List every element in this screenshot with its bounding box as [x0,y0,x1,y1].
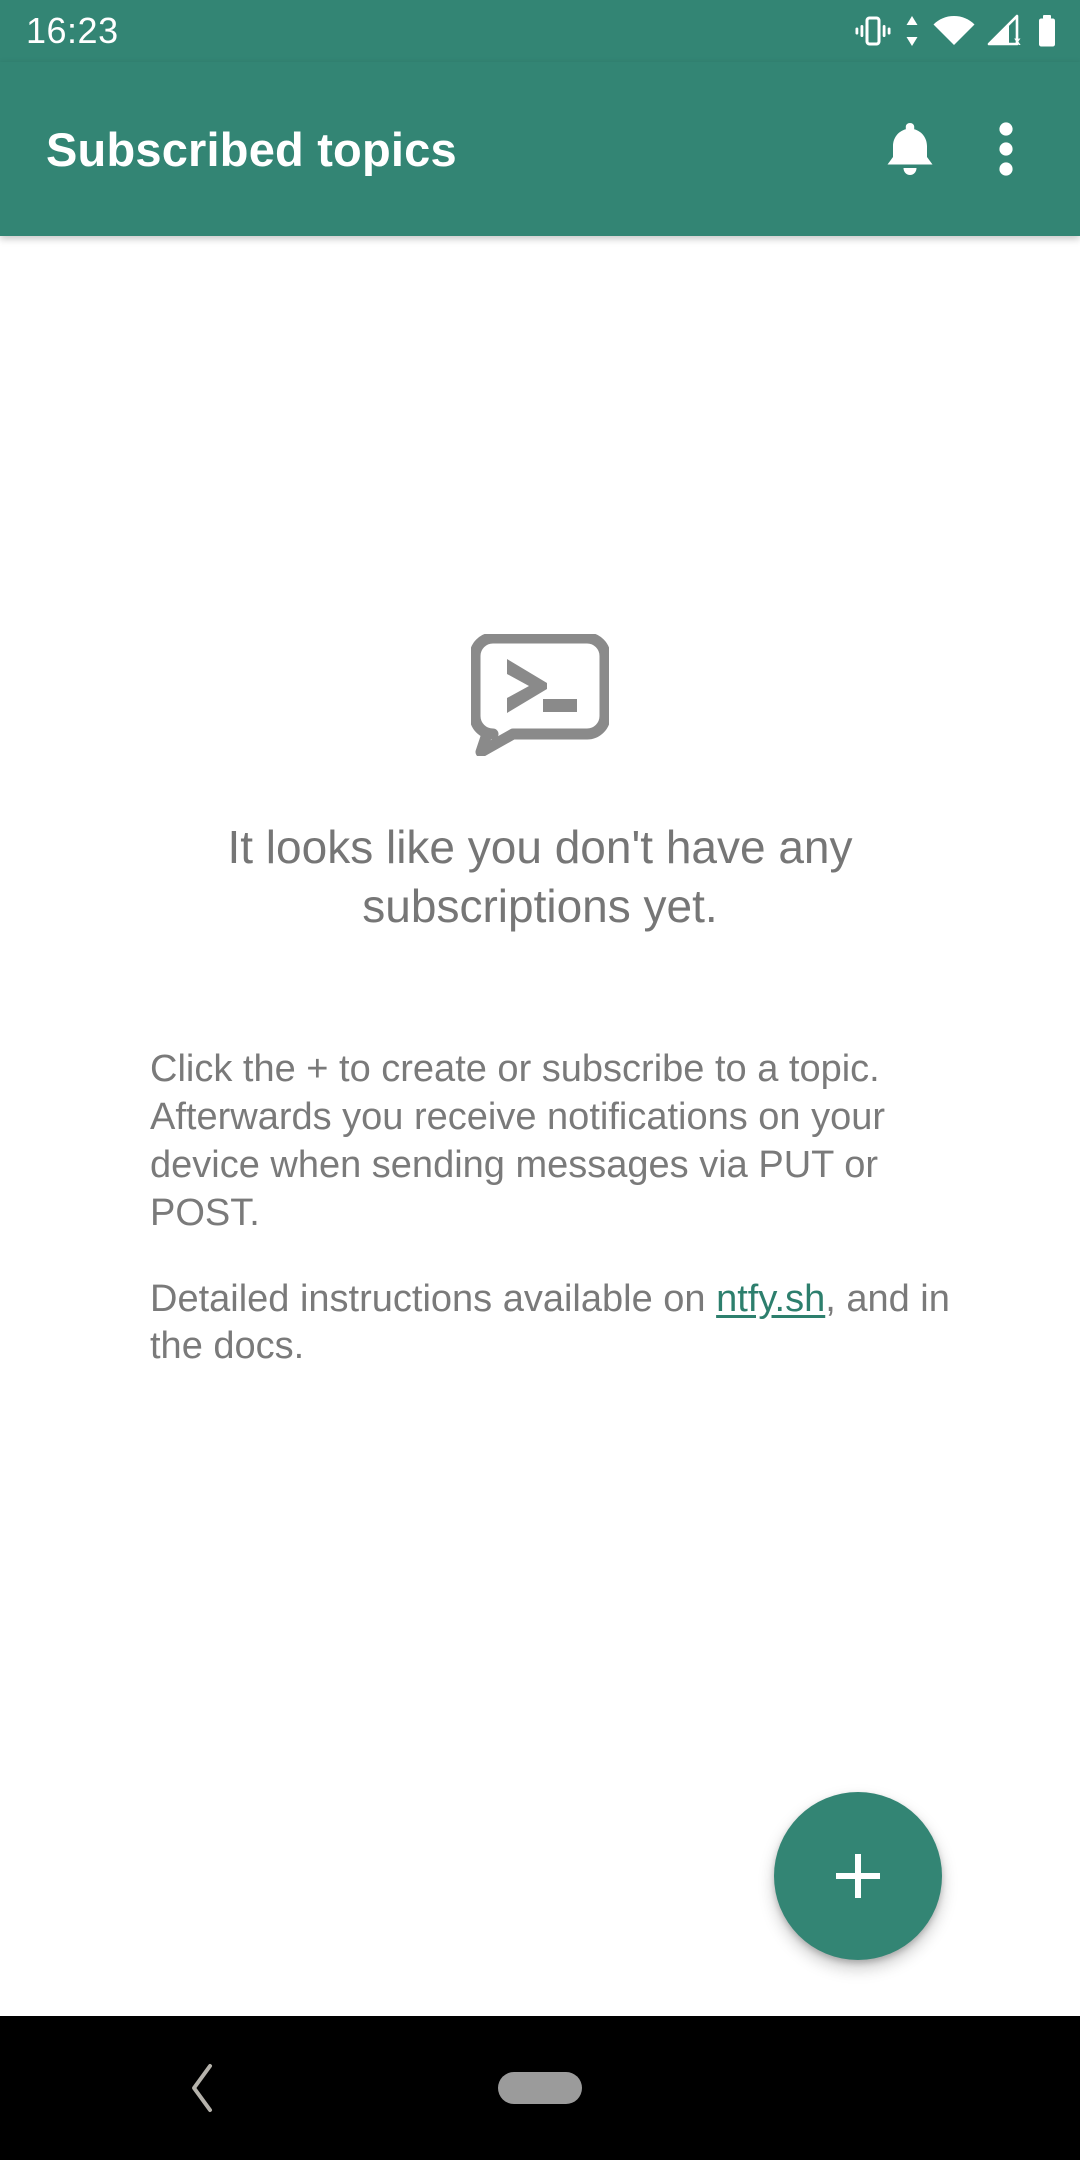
empty-state-illustration [0,634,1080,756]
cellular-signal-off-icon: x [987,14,1021,48]
more-vertical-icon [999,122,1013,176]
status-bar-icons: x [854,14,1058,48]
empty-state-body: Click the + to create or subscribe to a … [150,1046,980,1371]
system-navigation-bar [0,2016,1080,2160]
page-title: Subscribed topics [46,122,457,176]
notification-bell-button[interactable] [862,101,958,197]
nav-home-pill[interactable] [498,2072,582,2104]
bell-icon [887,123,933,175]
battery-full-icon [1039,15,1055,47]
empty-state-heading: It looks like you don't have any subscri… [227,821,853,932]
add-subscription-fab[interactable] [774,1792,942,1960]
terminal-speech-bubble-icon [471,634,609,756]
status-bar: 16:23 x [0,0,1080,62]
ntfy-sh-link[interactable]: ntfy.sh [716,1278,825,1320]
paragraph-2-prefix: Detailed instructions available on [150,1277,717,1320]
vibrate-icon [855,16,891,46]
data-transfer-icon [906,16,918,46]
wifi-icon [933,16,975,45]
chevron-left-icon [192,2064,212,2112]
app-bar: Subscribed topics [0,62,1080,236]
svg-text:x: x [1014,34,1021,48]
empty-state-paragraph-2: Detailed instructions available on ntfy.… [150,1276,980,1372]
empty-state-paragraph-1: Click the + to create or subscribe to a … [150,1048,886,1234]
nav-back-button[interactable] [170,2055,236,2121]
plus-icon [836,1854,880,1898]
main-content: It looks like you don't have any subscri… [0,236,1080,2016]
status-bar-clock: 16:23 [26,10,119,51]
overflow-menu-button[interactable] [958,101,1054,197]
phone-screen: 16:23 x Subscribed topics It looks like … [0,0,1080,2160]
